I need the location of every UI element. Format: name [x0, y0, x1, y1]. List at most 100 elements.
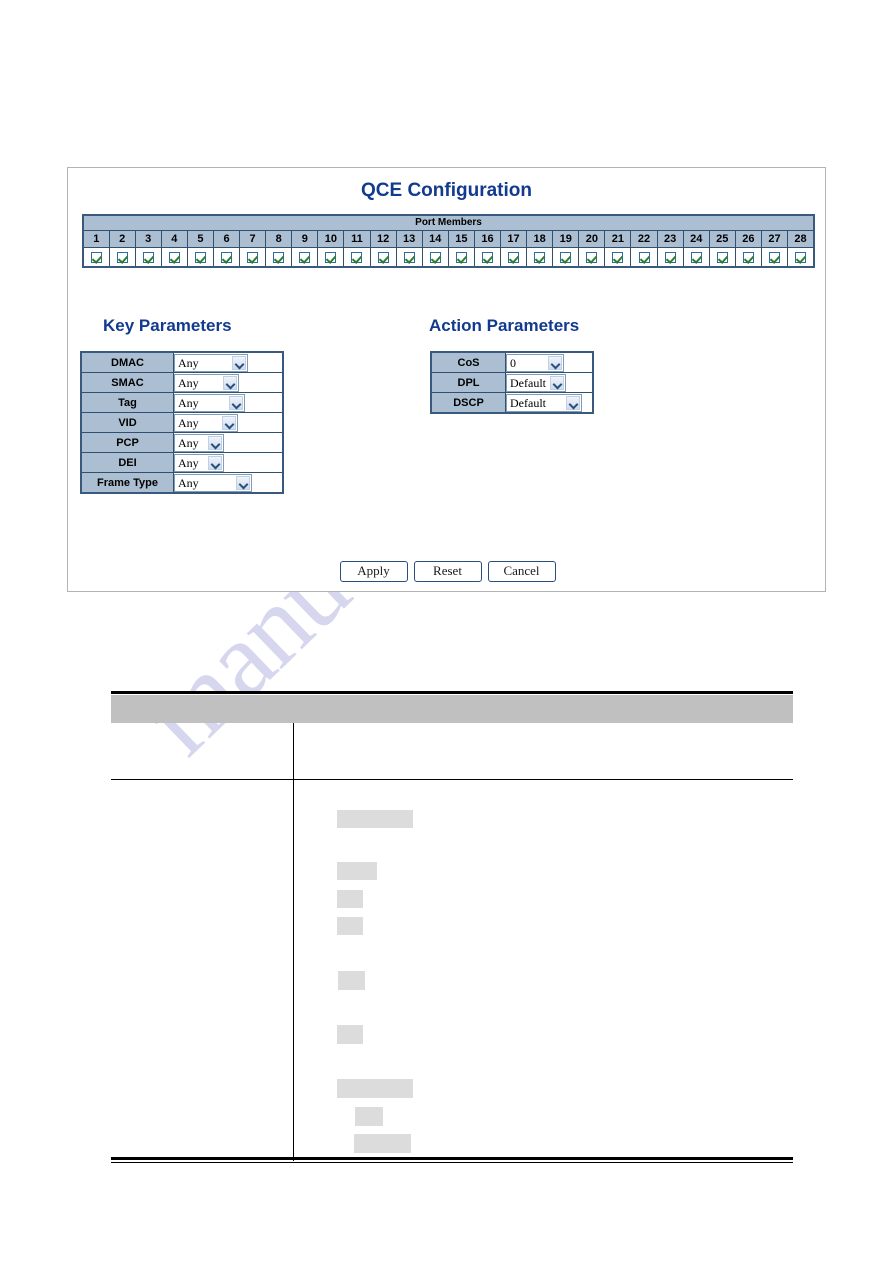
port-checkbox-cell-5[interactable] — [186, 247, 214, 268]
checkbox-checked-icon[interactable] — [299, 251, 311, 263]
port-checkbox-cell-21[interactable] — [604, 247, 632, 268]
port-checkbox-cell-3[interactable] — [134, 247, 162, 268]
port-checkbox-cell-16[interactable] — [473, 247, 502, 268]
key-param-value-cell: Any — [173, 452, 284, 473]
port-checkbox-cell-20[interactable] — [578, 247, 606, 268]
port-checkbox-cell-24[interactable] — [682, 247, 710, 268]
port-checkbox-cell-18[interactable] — [526, 247, 554, 268]
checkbox-checked-icon[interactable] — [508, 251, 520, 263]
port-number-13: 13 — [395, 230, 423, 248]
port-checkbox-cell-1[interactable] — [82, 247, 110, 268]
checkbox-checked-icon[interactable] — [142, 251, 154, 263]
port-checkbox-cell-13[interactable] — [395, 247, 423, 268]
key-param-select-dmac[interactable]: Any — [174, 353, 248, 372]
port-checkbox-cell-23[interactable] — [656, 247, 684, 268]
port-checkbox-cell-4[interactable] — [160, 247, 188, 268]
port-checkbox-cell-14[interactable] — [421, 247, 449, 268]
key-param-value-cell: Any — [173, 412, 284, 433]
port-checkbox-cell-22[interactable] — [630, 247, 658, 268]
port-checkbox-cell-6[interactable] — [212, 247, 241, 268]
chevron-down-icon[interactable] — [223, 375, 237, 390]
action-param-row: CoS 0 — [430, 351, 594, 373]
port-number-17: 17 — [499, 230, 528, 248]
port-checkbox-cell-15[interactable] — [447, 247, 475, 268]
port-number-27: 27 — [760, 230, 789, 248]
cancel-button[interactable]: Cancel — [487, 561, 556, 582]
chevron-down-icon[interactable] — [232, 355, 246, 370]
key-param-row: DMAC Any — [80, 351, 284, 373]
port-checkbox-cell-27[interactable] — [760, 247, 789, 268]
key-param-select-frame-type[interactable]: Any — [174, 473, 252, 492]
checkbox-checked-icon[interactable] — [664, 251, 676, 263]
port-number-22: 22 — [630, 230, 658, 248]
redacted-text-block — [337, 1025, 363, 1044]
checkbox-checked-icon[interactable] — [116, 251, 128, 263]
key-param-select-vid[interactable]: Any — [174, 413, 238, 432]
select-value-text: Any — [178, 415, 199, 430]
reset-button[interactable]: Reset — [413, 561, 482, 582]
key-param-select-tag[interactable]: Any — [174, 393, 245, 412]
key-param-row: DEI Any — [80, 452, 284, 473]
doc-table-row — [111, 723, 793, 783]
checkbox-checked-icon[interactable] — [247, 251, 259, 263]
chevron-down-icon[interactable] — [550, 375, 564, 390]
port-checkbox-cell-19[interactable] — [552, 247, 580, 268]
checkbox-checked-icon[interactable] — [403, 251, 415, 263]
key-param-row: VID Any — [80, 412, 284, 433]
checkbox-checked-icon[interactable] — [612, 251, 624, 263]
port-checkbox-cell-9[interactable] — [291, 247, 319, 268]
checkbox-checked-icon[interactable] — [586, 251, 598, 263]
checkbox-checked-icon[interactable] — [273, 251, 285, 263]
action-param-select-cos[interactable]: 0 — [506, 353, 564, 372]
port-number-4: 4 — [160, 230, 188, 248]
checkbox-checked-icon[interactable] — [742, 251, 754, 263]
action-param-select-dscp[interactable]: Default — [506, 393, 582, 412]
checkbox-checked-icon[interactable] — [768, 251, 780, 263]
action-parameters-table: CoS 0 DPL Default DSCP Default — [430, 351, 594, 414]
port-checkbox-cell-2[interactable] — [108, 247, 136, 268]
checkbox-checked-icon[interactable] — [716, 251, 728, 263]
port-checkbox-cell-11[interactable] — [343, 247, 371, 268]
checkbox-checked-icon[interactable] — [795, 251, 807, 263]
chevron-down-icon[interactable] — [208, 435, 222, 450]
checkbox-checked-icon[interactable] — [690, 251, 702, 263]
form-button-row: Apply Reset Cancel — [68, 561, 827, 582]
action-param-select-dpl[interactable]: Default — [506, 373, 566, 392]
checkbox-checked-icon[interactable] — [638, 251, 650, 263]
port-checkbox-cell-17[interactable] — [499, 247, 528, 268]
checkbox-checked-icon[interactable] — [481, 251, 493, 263]
chevron-down-icon[interactable] — [548, 355, 562, 370]
chevron-down-icon[interactable] — [208, 455, 222, 470]
key-param-select-smac[interactable]: Any — [174, 373, 239, 392]
key-parameters-table: DMAC Any SMAC Any Tag Any VID Any PCP Any DEI Any Fr… — [80, 351, 284, 494]
port-checkbox-cell-10[interactable] — [317, 247, 345, 268]
checkbox-checked-icon[interactable] — [455, 251, 467, 263]
redacted-text-block — [338, 971, 365, 990]
key-param-label-pcp: PCP — [80, 432, 174, 453]
port-checkbox-cell-12[interactable] — [369, 247, 397, 268]
checkbox-checked-icon[interactable] — [534, 251, 546, 263]
port-checkbox-cell-26[interactable] — [734, 247, 762, 268]
port-checkbox-cell-8[interactable] — [265, 247, 293, 268]
checkbox-checked-icon[interactable] — [194, 251, 206, 263]
checkbox-checked-icon[interactable] — [221, 251, 233, 263]
chevron-down-icon[interactable] — [236, 475, 250, 490]
chevron-down-icon[interactable] — [222, 415, 236, 430]
checkbox-checked-icon[interactable] — [168, 251, 180, 263]
port-checkbox-cell-28[interactable] — [787, 247, 815, 268]
checkbox-checked-icon[interactable] — [429, 251, 441, 263]
checkbox-checked-icon[interactable] — [560, 251, 572, 263]
checkbox-checked-icon[interactable] — [351, 251, 363, 263]
port-number-26: 26 — [734, 230, 762, 248]
chevron-down-icon[interactable] — [229, 395, 243, 410]
checkbox-checked-icon[interactable] — [90, 251, 102, 263]
port-number-12: 12 — [369, 230, 397, 248]
checkbox-checked-icon[interactable] — [377, 251, 389, 263]
chevron-down-icon[interactable] — [566, 395, 580, 410]
port-checkbox-cell-25[interactable] — [708, 247, 736, 268]
port-checkbox-cell-7[interactable] — [239, 247, 267, 268]
key-param-select-pcp[interactable]: Any — [174, 433, 224, 452]
key-param-select-dei[interactable]: Any — [174, 453, 224, 472]
apply-button[interactable]: Apply — [339, 561, 408, 582]
checkbox-checked-icon[interactable] — [325, 251, 337, 263]
